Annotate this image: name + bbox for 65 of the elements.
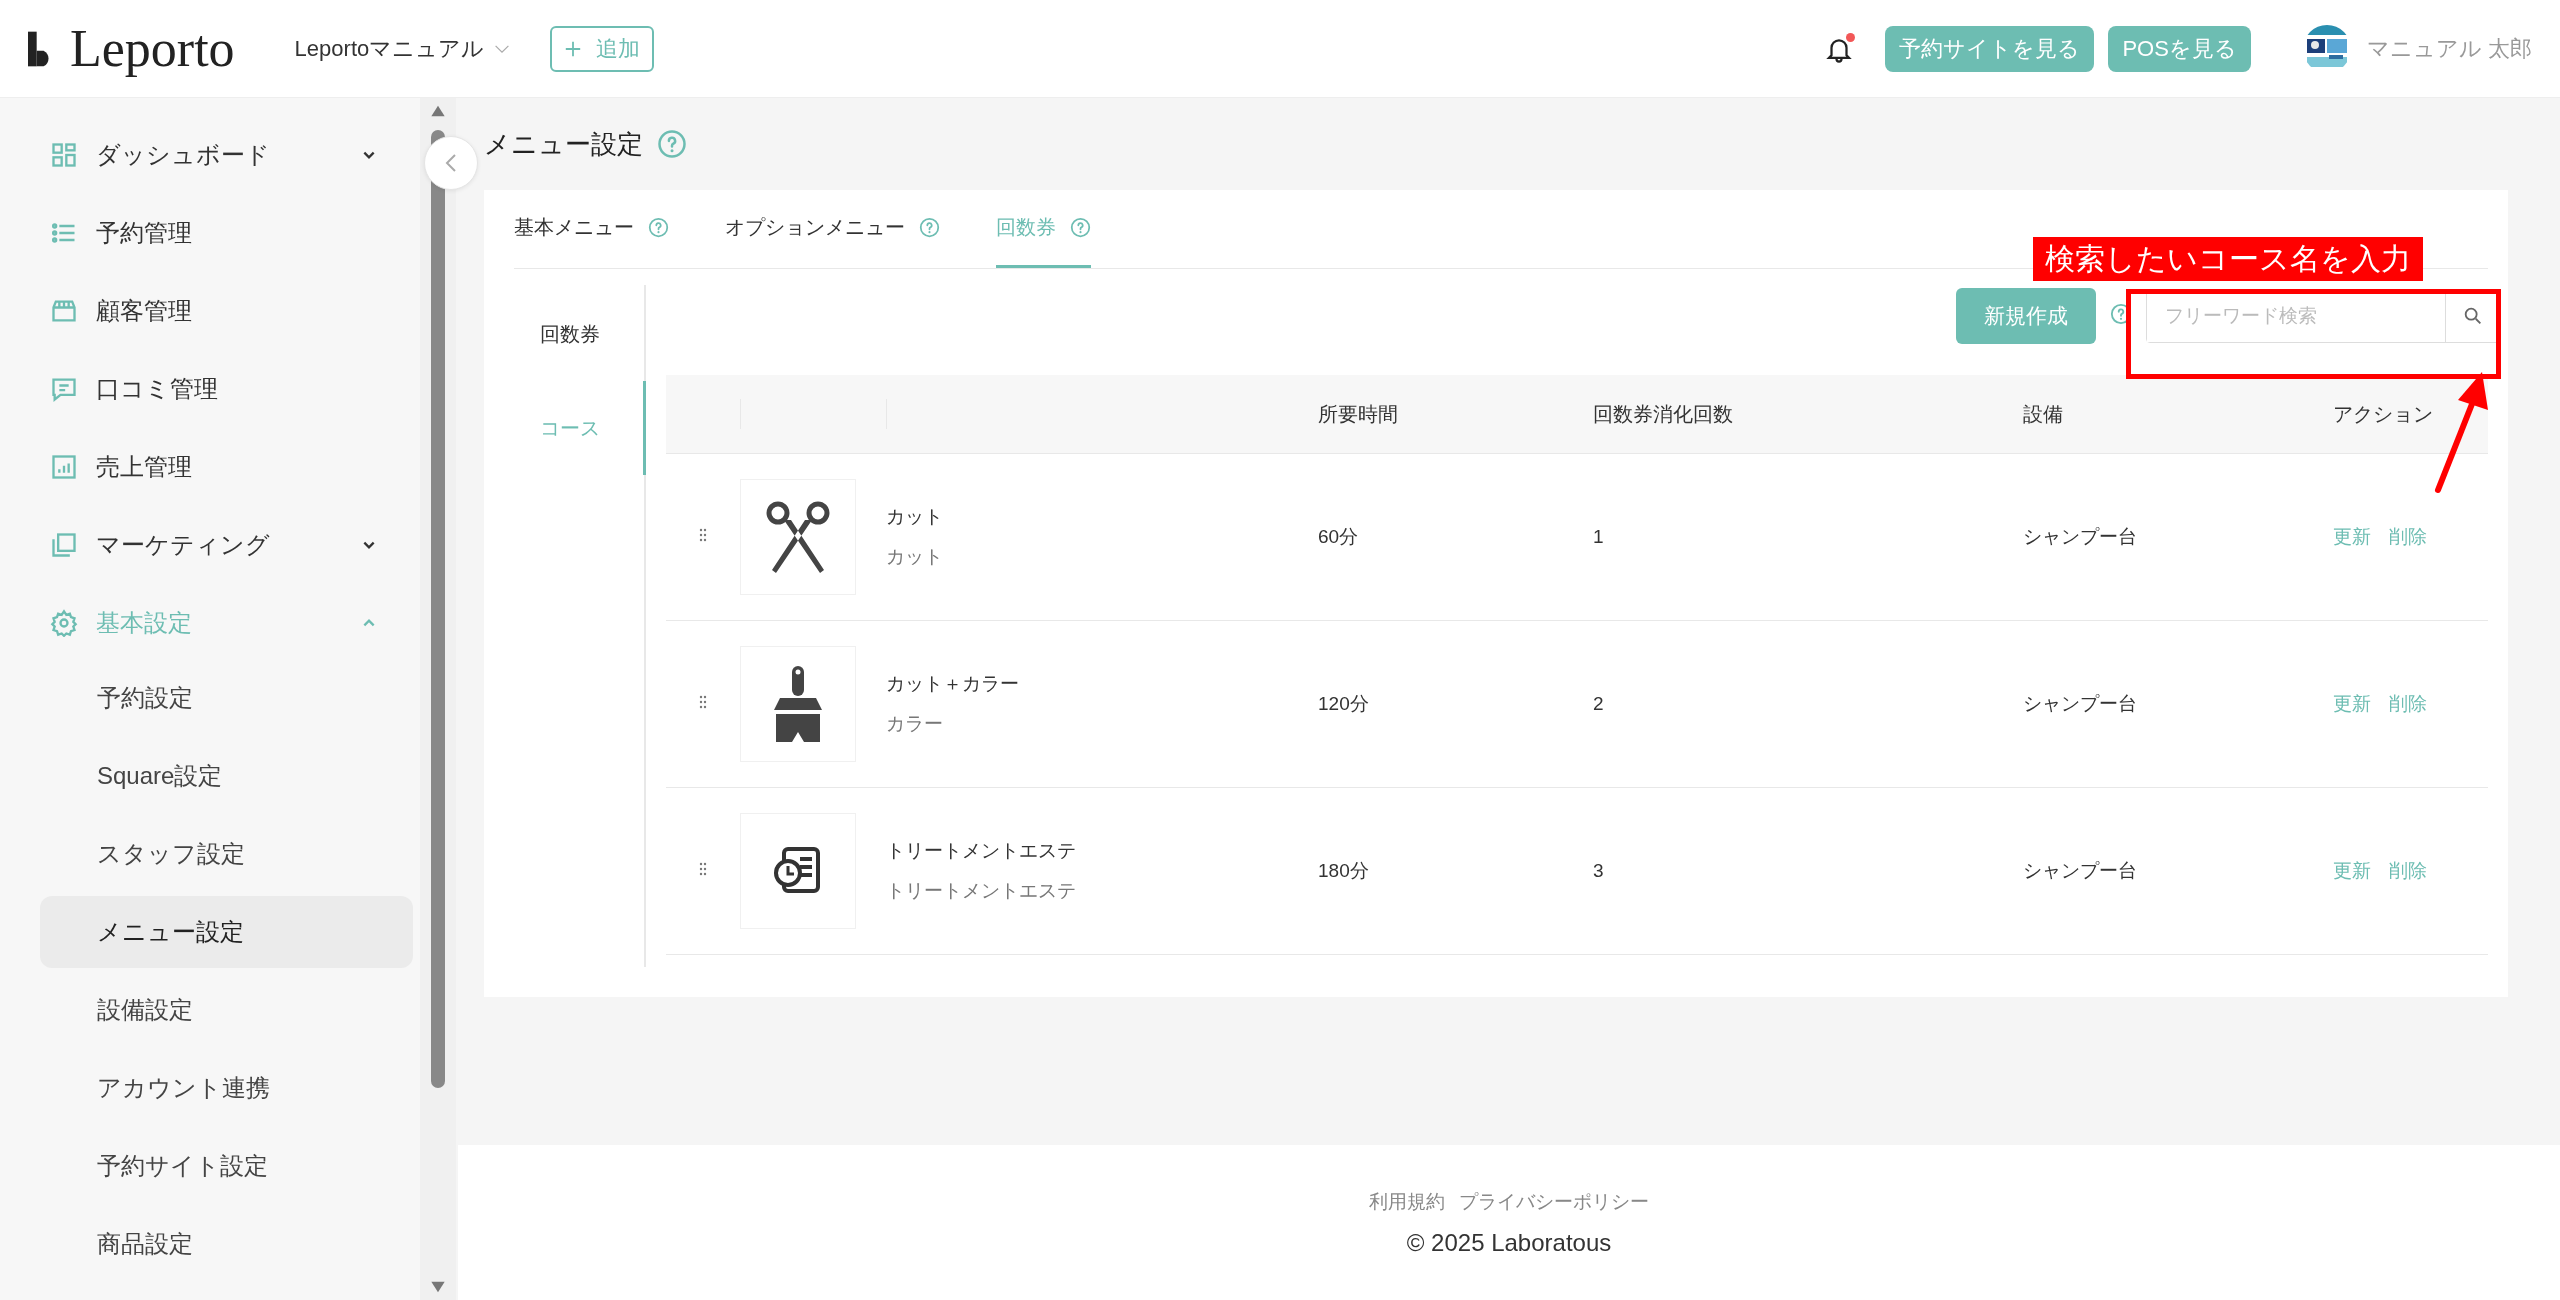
user-name: マニュアル 太郎 <box>2366 34 2532 63</box>
drag-handle-icon <box>699 694 707 710</box>
scrollbar[interactable] <box>420 98 456 1300</box>
menu-icon <box>50 141 78 169</box>
menu-icon <box>50 609 78 637</box>
column-header: アクション <box>2333 401 2434 427</box>
tab[interactable]: オプションメニュー <box>725 190 940 268</box>
sidebar-subitem[interactable]: アカウント連携 <box>40 1052 413 1124</box>
chevron-down-icon <box>494 43 511 54</box>
course-name: トリートメントエステ <box>886 839 1077 863</box>
help-icon <box>1070 217 1091 238</box>
sidebar-item[interactable]: ダッシュボード <box>0 116 406 194</box>
table-cell-text: シャンプー台 <box>2023 859 2138 883</box>
table-cell-text: 60分 <box>1318 525 1360 549</box>
sidebar-subitem[interactable]: 設備設定 <box>40 974 413 1046</box>
column-header: 回数券消化回数 <box>1593 401 1734 427</box>
sidebar-subitem[interactable]: 商品設定 <box>40 1208 413 1280</box>
copyright-text: © 2025 Laboratous <box>1406 1228 1612 1257</box>
drag-handle-icon <box>699 527 707 543</box>
sidebar-subitem[interactable]: Square設定 <box>40 740 413 812</box>
footer-link[interactable]: 利用規約 <box>1369 1188 1445 1215</box>
chevron-down-icon <box>362 540 376 550</box>
plus-icon <box>564 39 583 58</box>
footer-link[interactable]: プライバシーポリシー <box>1459 1188 1649 1215</box>
table-cell-text: 180分 <box>1318 859 1370 883</box>
column-header: 所要時間 <box>1318 401 1399 427</box>
chevron-left-icon <box>445 153 457 173</box>
help-icon <box>657 129 687 159</box>
sidebar-item[interactable]: マーケティング <box>0 506 406 584</box>
course-category: カラー <box>886 712 944 736</box>
scrollbar-thumb[interactable] <box>431 130 445 1088</box>
menu-icon <box>50 453 78 481</box>
logo-text: Leporto <box>70 19 235 78</box>
scroll-down-icon <box>430 1280 446 1294</box>
help-icon <box>648 217 669 238</box>
course-category: トリートメントエステ <box>886 879 1077 903</box>
table-cell-text: 120分 <box>1318 692 1370 716</box>
drag-handle-icon <box>699 861 707 877</box>
tab[interactable]: 基本メニュー <box>514 190 669 268</box>
menu-icon <box>50 531 78 559</box>
course-name: カット <box>886 505 944 529</box>
sidebar-item[interactable]: 予約管理 <box>0 194 406 272</box>
sidebar-subitem[interactable]: 予約設定 <box>40 662 413 734</box>
sidebar-item[interactable]: 口コミ管理 <box>0 350 406 428</box>
scroll-up-icon <box>430 104 446 118</box>
sidebar-subitem[interactable]: メニュー設定 <box>40 896 413 968</box>
store-selector[interactable]: Leportoマニュアル <box>294 33 511 64</box>
sidebar-subitem[interactable]: スタッフ設定 <box>40 818 413 890</box>
subnav-item[interactable]: 回数券 <box>514 287 646 381</box>
sidebar-item[interactable]: 顧客管理 <box>0 272 406 350</box>
chevron-down-icon <box>362 150 376 160</box>
table-cell-text: シャンプー台 <box>2023 525 2138 549</box>
table-cell-text: 1 <box>1593 526 1605 548</box>
table-cell-text: 3 <box>1593 860 1605 882</box>
chevron-up-icon <box>362 618 376 628</box>
column-header: 設備 <box>2023 401 2064 427</box>
page-title: メニュー設定 <box>484 127 643 161</box>
table-cell-text: シャンプー台 <box>2023 692 2138 716</box>
annotation-label: 検索したいコース名を入力 <box>2033 237 2423 281</box>
table-cell-text: 2 <box>1593 693 1605 715</box>
sidebar-subitem[interactable]: 予約サイト設定 <box>40 1130 413 1202</box>
course-category: カット <box>886 545 944 569</box>
sidebar-item[interactable]: 売上管理 <box>0 428 406 506</box>
course-name: カット＋カラー <box>886 672 1020 696</box>
help-icon <box>919 217 940 238</box>
